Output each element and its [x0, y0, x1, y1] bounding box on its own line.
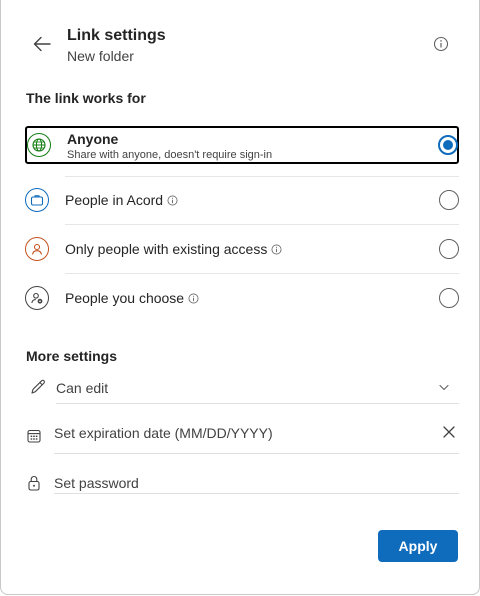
- calendar-icon: [26, 428, 44, 446]
- option-anyone-label: Anyone: [67, 131, 119, 147]
- divider: [65, 273, 459, 274]
- divider: [56, 403, 459, 404]
- radio-anyone[interactable]: [438, 135, 458, 155]
- option-people-you-choose[interactable]: People you choose: [25, 275, 459, 321]
- option-people-you-choose-label: People you choose: [65, 290, 199, 307]
- option-existing-access-label: Only people with existing access: [65, 241, 282, 258]
- link-settings-panel: Link settings New folder The link works …: [0, 0, 480, 595]
- divider: [54, 453, 459, 454]
- lock-icon: [26, 474, 44, 492]
- divider: [54, 493, 459, 494]
- link-works-for-heading: The link works for: [26, 90, 146, 106]
- option-anyone[interactable]: Anyone Share with anyone, doesn't requir…: [25, 126, 459, 164]
- info-icon[interactable]: [271, 242, 282, 258]
- briefcase-icon: [25, 188, 49, 212]
- chevron-down-icon: [437, 380, 451, 394]
- password-input[interactable]: Set password: [54, 475, 139, 491]
- option-anyone-sublabel: Share with anyone, doesn't require sign-…: [67, 149, 273, 161]
- pencil-icon: [29, 378, 47, 396]
- info-icon[interactable]: [433, 36, 449, 52]
- option-people-you-choose-text: People you choose: [65, 290, 185, 306]
- option-existing-access[interactable]: Only people with existing access: [25, 226, 459, 272]
- radio-people-you-choose[interactable]: [439, 288, 459, 308]
- divider: [65, 224, 459, 225]
- option-people-in-org[interactable]: People in Acord: [25, 177, 459, 223]
- permission-value: Can edit: [56, 380, 109, 396]
- expiration-date-input[interactable]: Set expiration date (MM/DD/YYYY): [54, 425, 273, 441]
- close-icon[interactable]: [441, 424, 457, 440]
- globe-icon: [27, 133, 51, 157]
- apply-button[interactable]: Apply: [378, 530, 458, 562]
- page-title: Link settings: [67, 27, 166, 44]
- back-arrow-icon[interactable]: [31, 33, 53, 55]
- more-settings-heading: More settings: [26, 348, 118, 364]
- permission-dropdown[interactable]: Can edit: [25, 374, 459, 404]
- info-icon[interactable]: [188, 291, 199, 307]
- person-settings-icon: [25, 286, 49, 310]
- page-subtitle: New folder: [67, 48, 134, 64]
- info-icon[interactable]: [167, 193, 178, 209]
- option-existing-access-text: Only people with existing access: [65, 241, 268, 257]
- person-icon: [25, 237, 49, 261]
- option-people-in-org-text: People in Acord: [65, 192, 164, 208]
- option-people-in-org-label: People in Acord: [65, 192, 178, 209]
- radio-existing-access[interactable]: [439, 239, 459, 259]
- radio-people-in-org[interactable]: [439, 190, 459, 210]
